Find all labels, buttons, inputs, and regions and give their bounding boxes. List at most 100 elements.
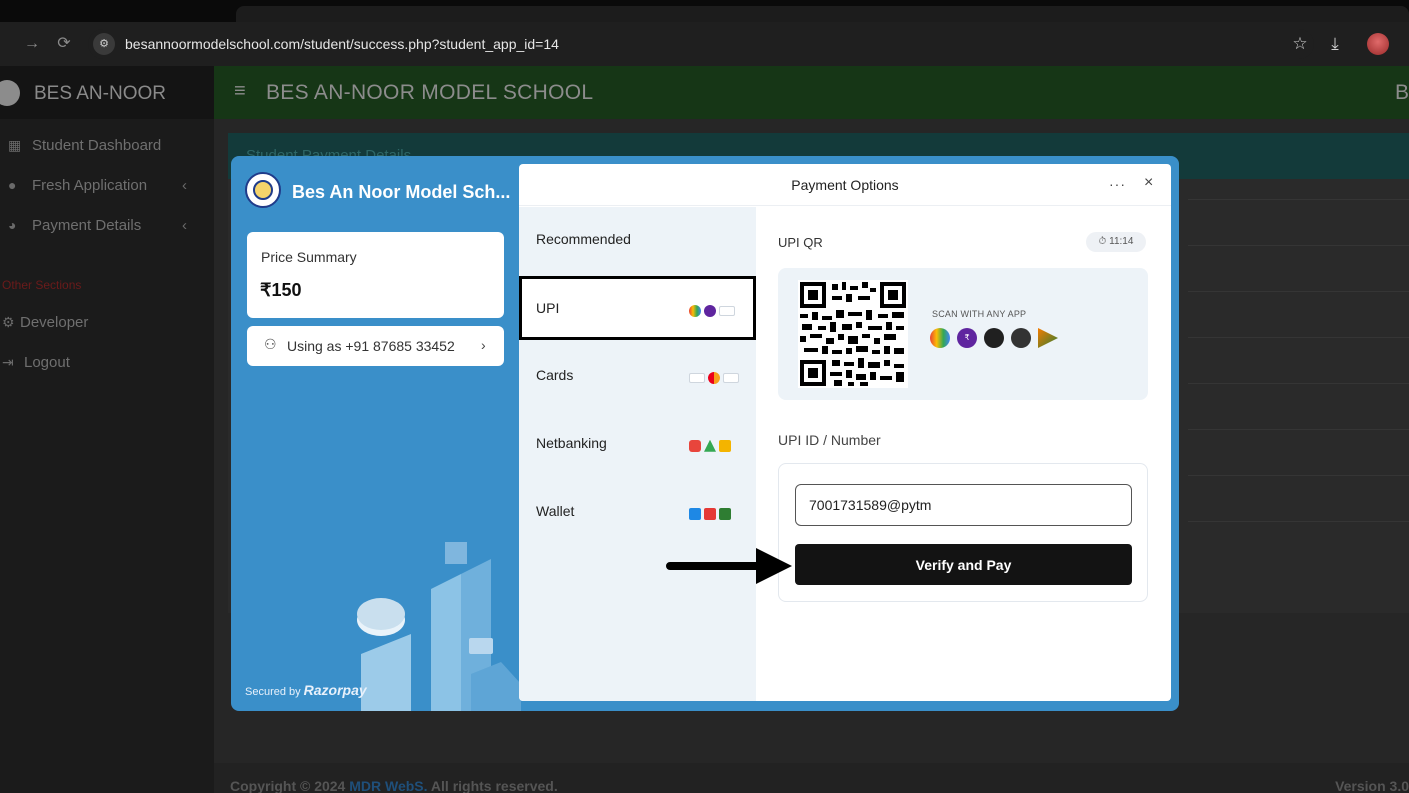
table-icon: ▦ [8, 137, 22, 153]
sidebar-header: BES AN-NOOR [0, 66, 214, 119]
chart-icon: ◕ [8, 217, 17, 233]
table-row-divider [1188, 199, 1409, 200]
gpay-icon [930, 328, 950, 348]
wallet-icons [689, 505, 734, 520]
method-netbanking[interactable]: Netbanking [519, 411, 756, 475]
method-cards[interactable]: Cards [519, 343, 756, 407]
chevron-left-icon: ‹ [182, 217, 187, 234]
wallet-icon [719, 507, 731, 520]
company-link[interactable]: MDR WebS. [349, 778, 427, 793]
copyright-prefix: Copyright © 2024 [230, 778, 350, 793]
method-label: Cards [536, 367, 574, 383]
price-amount: ₹150 [260, 280, 302, 300]
sidebar-item-label: Fresh Application [32, 177, 148, 194]
rupay-icon [723, 372, 739, 383]
table-row-divider [1188, 291, 1409, 292]
card-network-icons [689, 369, 742, 384]
bank-icon [704, 439, 716, 452]
method-recommended[interactable]: Recommended [519, 207, 756, 271]
url-text[interactable]: besannoormodelschool.com/student/success… [125, 36, 559, 52]
gpay-icon [689, 304, 701, 317]
razorpay-logo-text: Razorpay [303, 682, 367, 698]
qr-code[interactable] [798, 280, 908, 388]
method-upi[interactable]: UPI [519, 276, 756, 340]
sidebar-item-fresh-application[interactable]: ● Fresh Application ‹ [8, 177, 187, 194]
secured-by: Secured by Razorpay [245, 682, 367, 698]
star-icon[interactable]: ☆ [1288, 32, 1312, 56]
site-settings-icon[interactable]: ⚙ [93, 33, 115, 55]
address-bar[interactable]: ⚙ besannoormodelschool.com/student/succe… [88, 29, 1314, 59]
secured-by-label: Secured by [245, 686, 301, 698]
table-row-divider [1188, 383, 1409, 384]
browser-tab[interactable] [236, 6, 1409, 22]
footer-version: Version 3.0 [1335, 778, 1409, 793]
table-row-divider [1188, 429, 1409, 430]
method-wallet[interactable]: Wallet [519, 479, 756, 543]
table-row-divider [1188, 245, 1409, 246]
using-as-text: Using as +91 87685 33452 [287, 338, 455, 354]
pane-header: Payment Options ··· × [519, 164, 1171, 206]
download-icon[interactable]: ⤓ [1323, 32, 1347, 56]
gear-icon: ⚙ [2, 314, 15, 330]
price-summary-card: Price Summary ₹150 [247, 232, 504, 318]
copyright-suffix: All rights reserved. [427, 778, 558, 793]
wallet-icon [704, 507, 716, 520]
upi-id-input[interactable] [795, 484, 1132, 526]
help-icon: ● [8, 177, 17, 193]
paytm-icon [719, 305, 735, 316]
browser-tab-strip [0, 0, 1409, 22]
profile-avatar[interactable] [1367, 33, 1389, 55]
bhim-icon [1038, 328, 1058, 348]
sidebar-item-label: Developer [20, 314, 89, 331]
razorpay-checkout-modal: Bes An Noor Model Sch... Price Summary ₹… [231, 156, 1179, 711]
method-label: Netbanking [536, 435, 607, 451]
brand-name[interactable]: BES AN-NOOR [34, 83, 166, 105]
payment-options-pane: Payment Options ··· × Recommended UPI Ca… [519, 164, 1171, 701]
user-icon: ⚇ [264, 336, 277, 352]
sidebar-item-label: Logout [24, 354, 70, 371]
chevron-left-icon: ‹ [182, 177, 187, 194]
school-title: BES AN-NOOR MODEL SCHOOL [266, 81, 594, 104]
menu-toggle-icon[interactable]: ≡ [234, 80, 246, 103]
more-options-icon[interactable]: ··· [1109, 176, 1126, 192]
payment-methods-list: Recommended UPI Cards Netbanking Wallet [519, 207, 756, 701]
merchant-name: Bes An Noor Model Sch... [292, 182, 511, 202]
sidebar-item-label: Student Dashboard [32, 137, 162, 154]
contact-card[interactable]: ⚇ Using as +91 87685 33452 › [247, 326, 504, 366]
table-row-divider [1188, 475, 1409, 476]
close-icon[interactable]: × [1144, 174, 1153, 192]
payment-options-title: Payment Options [791, 177, 899, 193]
merchant-logo [245, 172, 281, 208]
topbar-right-text[interactable]: B [1395, 81, 1409, 105]
sidebar-section-label: Other Sections [2, 278, 82, 292]
bank-icons [689, 437, 734, 452]
sidebar-item-student-dashboard[interactable]: ▦ Student Dashboard [8, 137, 161, 154]
sidebar-item-payment-details[interactable]: ◕ Payment Details ‹ [8, 217, 187, 234]
forward-icon[interactable]: → [20, 32, 44, 56]
sidebar-item-developer[interactable]: ⚙ Developer [2, 314, 88, 331]
browser-toolbar: → ⟳ ⚙ besannoormodelschool.com/student/s… [0, 22, 1409, 66]
amazon-pay-icon [1011, 328, 1031, 348]
sidebar-item-logout[interactable]: ⇥ Logout [2, 354, 70, 371]
upi-qr-label: UPI QR [778, 235, 823, 250]
bank-icon [689, 439, 701, 452]
mastercard-icon [708, 371, 720, 384]
visa-icon [689, 372, 705, 383]
phonepe-icon [704, 304, 716, 317]
decorative-illustration [357, 542, 521, 711]
price-summary-label: Price Summary [261, 249, 357, 265]
logout-icon: ⇥ [2, 354, 14, 370]
scan-with-any-app: SCAN WITH ANY APP [932, 309, 1027, 319]
table-row-divider [1188, 337, 1409, 338]
upi-app-icons [689, 302, 738, 317]
bank-icon [719, 439, 731, 452]
chevron-right-icon: › [481, 337, 486, 353]
qr-card: SCAN WITH ANY APP ₹ [778, 268, 1148, 400]
verify-and-pay-button[interactable]: Verify and Pay [795, 544, 1132, 585]
upi-apps-row: ₹ [930, 328, 1065, 348]
reload-icon[interactable]: ⟳ [52, 32, 76, 56]
upi-detail-panel: UPI QR ⏱ 11:14 SCAN WITH ANY APP ₹ UPI I… [756, 207, 1171, 701]
footer-copyright: Copyright © 2024 MDR WebS. All rights re… [230, 778, 558, 793]
table-row-divider [1188, 521, 1409, 522]
method-label: UPI [536, 300, 560, 316]
